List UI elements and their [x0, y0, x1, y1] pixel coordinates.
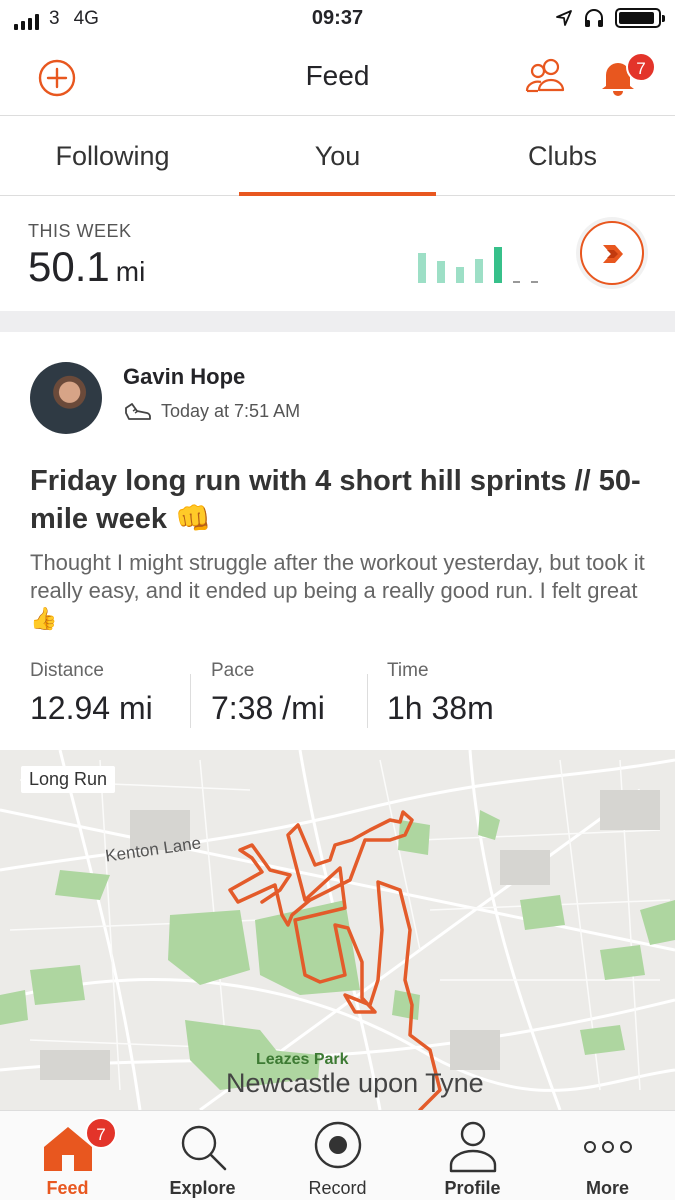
feed-badge: 7	[85, 1117, 117, 1149]
stat-distance: Distance 12.94 mi	[30, 660, 153, 727]
map-city-label: Newcastle upon Tyne	[226, 1068, 484, 1098]
this-week-value: 50.1	[28, 243, 110, 290]
headphones-icon	[585, 9, 603, 27]
this-week-summary[interactable]: THIS WEEK 50.1 mi	[0, 197, 675, 311]
day-bar	[494, 247, 502, 283]
nav-label: More	[585, 1178, 629, 1198]
avatar[interactable]	[30, 362, 102, 434]
app-header: Feed 7	[0, 38, 675, 116]
weekly-progress-button[interactable]	[580, 221, 644, 285]
stat-label: Pace	[211, 660, 255, 681]
this-week-unit: mi	[115, 256, 146, 287]
stat-divider	[190, 674, 191, 728]
stat-divider	[367, 674, 368, 728]
this-week-distance: 50.1 mi	[28, 243, 145, 291]
find-friends-button[interactable]	[524, 56, 568, 96]
bottom-navigation: 7 Feed Explore Record Profile More	[0, 1110, 675, 1200]
activity-title[interactable]: Friday long run with 4 short hill sprint…	[30, 462, 650, 538]
nav-more[interactable]: More	[540, 1111, 675, 1200]
day-bar	[437, 261, 445, 283]
stat-label: Time	[387, 660, 429, 681]
activity-time: Today at 7:51 AM	[161, 401, 301, 421]
profile-icon	[449, 1121, 497, 1173]
shoe-icon	[125, 402, 151, 420]
nav-explore[interactable]: Explore	[135, 1111, 270, 1200]
nav-label: Record	[308, 1178, 367, 1198]
stat-label: Distance	[30, 660, 104, 681]
day-bar	[456, 267, 464, 283]
activity-type-tag: Long Run	[21, 766, 116, 793]
day-bar-empty	[513, 281, 520, 283]
more-dots-icon	[584, 1141, 632, 1153]
nav-feed[interactable]: 7 Feed	[0, 1111, 135, 1200]
page-title: Feed	[305, 60, 370, 91]
stat-value: 7:38 /mi	[211, 690, 325, 726]
day-bar	[475, 259, 483, 283]
stat-value: 1h 38m	[387, 690, 494, 726]
nav-record[interactable]: Record	[270, 1111, 405, 1200]
feed-tabs: Following You Clubs	[0, 116, 675, 196]
nav-profile[interactable]: Profile	[405, 1111, 540, 1200]
stat-pace: Pace 7:38 /mi	[211, 660, 325, 727]
activity-stats: Distance 12.94 mi Pace 7:38 /mi Time 1h …	[30, 660, 650, 740]
day-bar	[418, 253, 426, 283]
nav-label: Profile	[444, 1178, 501, 1198]
map-park-label: Leazes Park	[256, 1051, 349, 1068]
tab-following[interactable]: Following	[0, 116, 225, 195]
nav-label: Explore	[169, 1178, 236, 1198]
record-icon	[314, 1121, 362, 1169]
tab-you[interactable]: You	[225, 116, 450, 196]
nav-label: Feed	[46, 1178, 89, 1198]
day-bar-empty	[531, 281, 538, 283]
route-map[interactable]: Long Run Kenton Lane Leazes Park Newcast…	[0, 750, 675, 1110]
tab-clubs[interactable]: Clubs	[450, 116, 675, 195]
this-week-label: THIS WEEK	[28, 221, 132, 241]
section-divider	[0, 311, 675, 332]
athlete-name[interactable]: Gavin Hope	[123, 364, 245, 390]
stat-value: 12.94 mi	[30, 690, 153, 726]
stat-time: Time 1h 38m	[387, 660, 494, 727]
search-icon	[181, 1125, 227, 1171]
weekly-mini-chart	[418, 237, 550, 283]
location-icon	[556, 10, 572, 26]
notification-badge: 7	[626, 52, 656, 82]
activity-meta: Today at 7:51 AM	[123, 401, 300, 422]
status-bar: 3 4G 09:37	[0, 0, 675, 38]
activity-description: Thought I might struggle after the worko…	[30, 550, 645, 631]
chevron-right-icon	[603, 245, 623, 263]
battery-icon	[615, 8, 665, 28]
